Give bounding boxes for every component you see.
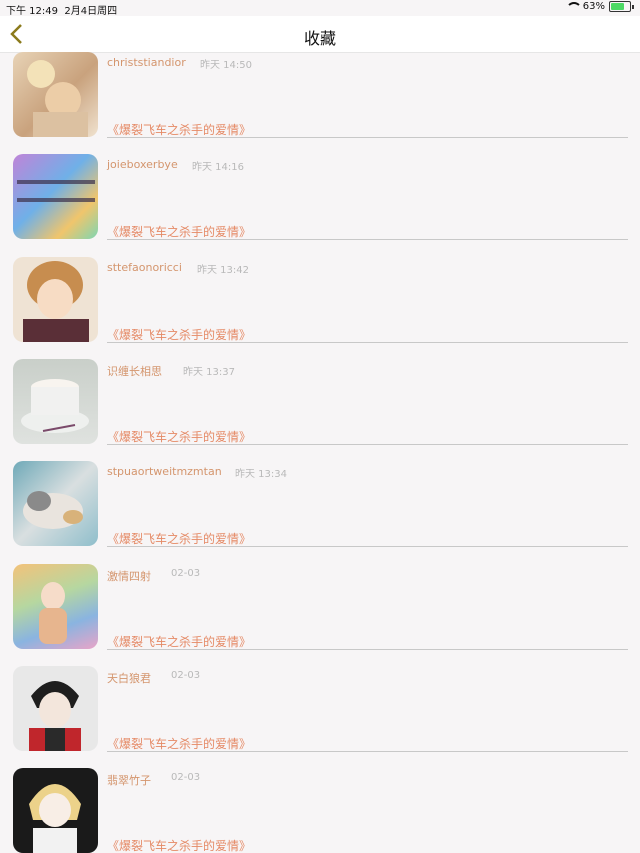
item-name: 激情四射 bbox=[107, 570, 151, 583]
item-book-link[interactable]: 《爆裂飞车之杀手的爱情》 bbox=[107, 121, 251, 138]
item-book-link[interactable]: 《爆裂飞车之杀手的爱情》 bbox=[107, 530, 251, 547]
status-bar: 下午 12:49 2月4日周四 63% bbox=[0, 0, 640, 17]
nav-bar: 收藏 bbox=[0, 16, 640, 53]
item-name: 识缠长相思 bbox=[107, 365, 162, 378]
battery-nub bbox=[632, 4, 634, 9]
divider bbox=[107, 751, 628, 752]
item-book-link[interactable]: 《爆裂飞车之杀手的爱情》 bbox=[107, 837, 251, 853]
item-name: joieboxerbye bbox=[107, 158, 178, 171]
list-item[interactable]: stpuaortweitmzmtan 昨天 13:34 《爆裂飞车之杀手的爱情》 bbox=[0, 461, 640, 563]
status-right: 63% bbox=[565, 1, 634, 12]
item-book-link[interactable]: 《爆裂飞车之杀手的爱情》 bbox=[107, 633, 251, 650]
avatar-image bbox=[39, 582, 67, 644]
avatar-image bbox=[21, 379, 89, 433]
avatar-image bbox=[23, 261, 89, 342]
item-book-link[interactable]: 《爆裂飞车之杀手的爱情》 bbox=[107, 428, 251, 445]
item-time: 昨天 13:42 bbox=[197, 265, 249, 276]
item-time: 昨天 13:34 bbox=[235, 469, 287, 480]
avatar[interactable] bbox=[13, 52, 98, 137]
item-book-link[interactable]: 《爆裂飞车之杀手的爱情》 bbox=[107, 223, 251, 240]
item-name: sttefaonoricci bbox=[107, 261, 182, 274]
item-time: 02-03 bbox=[171, 670, 201, 681]
battery-percent: 63% bbox=[582, 1, 605, 12]
avatar[interactable] bbox=[13, 154, 98, 239]
avatar[interactable] bbox=[13, 768, 98, 853]
item-time: 02-03 bbox=[171, 772, 201, 783]
divider bbox=[107, 239, 628, 240]
list-item[interactable]: christstiandior 昨天 14:50 《爆裂飞车之杀手的爱情》 bbox=[0, 52, 640, 154]
item-time: 昨天 14:16 bbox=[192, 162, 244, 173]
item-time: 昨天 14:50 bbox=[200, 60, 252, 71]
wifi-icon bbox=[565, 1, 582, 12]
avatar-image bbox=[29, 784, 81, 853]
list-item[interactable]: 翡翠竹子 02-03 《爆裂飞车之杀手的爱情》 bbox=[0, 768, 640, 853]
item-name: christstiandior bbox=[107, 56, 186, 69]
avatar[interactable] bbox=[13, 359, 98, 444]
page-title: 收藏 bbox=[303, 29, 336, 48]
avatar[interactable] bbox=[13, 666, 98, 751]
status-time-date: 下午 12:49 2月4日周四 bbox=[6, 2, 117, 17]
battery-icon bbox=[609, 1, 631, 12]
divider bbox=[107, 649, 628, 650]
avatar-image bbox=[23, 491, 83, 529]
avatar-image bbox=[17, 180, 95, 202]
avatar-image bbox=[27, 60, 88, 137]
list-item[interactable]: joieboxerbye 昨天 14:16 《爆裂飞车之杀手的爱情》 bbox=[0, 154, 640, 256]
item-name: 天白狼君 bbox=[107, 672, 151, 685]
list-item[interactable]: sttefaonoricci 昨天 13:42 《爆裂飞车之杀手的爱情》 bbox=[0, 257, 640, 359]
divider bbox=[107, 137, 628, 138]
avatar[interactable] bbox=[13, 564, 98, 649]
divider bbox=[107, 546, 628, 547]
divider bbox=[107, 342, 628, 343]
avatar[interactable] bbox=[13, 461, 98, 546]
avatar[interactable] bbox=[13, 257, 98, 342]
list-item[interactable]: 识缠长相思 昨天 13:37 《爆裂飞车之杀手的爱情》 bbox=[0, 359, 640, 461]
item-time: 02-03 bbox=[171, 568, 201, 579]
favorites-list[interactable]: christstiandior 昨天 14:50 《爆裂飞车之杀手的爱情》 jo… bbox=[0, 52, 640, 853]
item-name: 翡翠竹子 bbox=[107, 774, 151, 787]
item-book-link[interactable]: 《爆裂飞车之杀手的爱情》 bbox=[107, 326, 251, 343]
avatar-image bbox=[29, 681, 81, 751]
list-item[interactable]: 激情四射 02-03 《爆裂飞车之杀手的爱情》 bbox=[0, 564, 640, 666]
item-time: 昨天 13:37 bbox=[183, 367, 235, 378]
item-book-link[interactable]: 《爆裂飞车之杀手的爱情》 bbox=[107, 735, 251, 752]
item-name: stpuaortweitmzmtan bbox=[107, 465, 222, 478]
divider bbox=[107, 444, 628, 445]
list-item[interactable]: 天白狼君 02-03 《爆裂飞车之杀手的爱情》 bbox=[0, 666, 640, 768]
